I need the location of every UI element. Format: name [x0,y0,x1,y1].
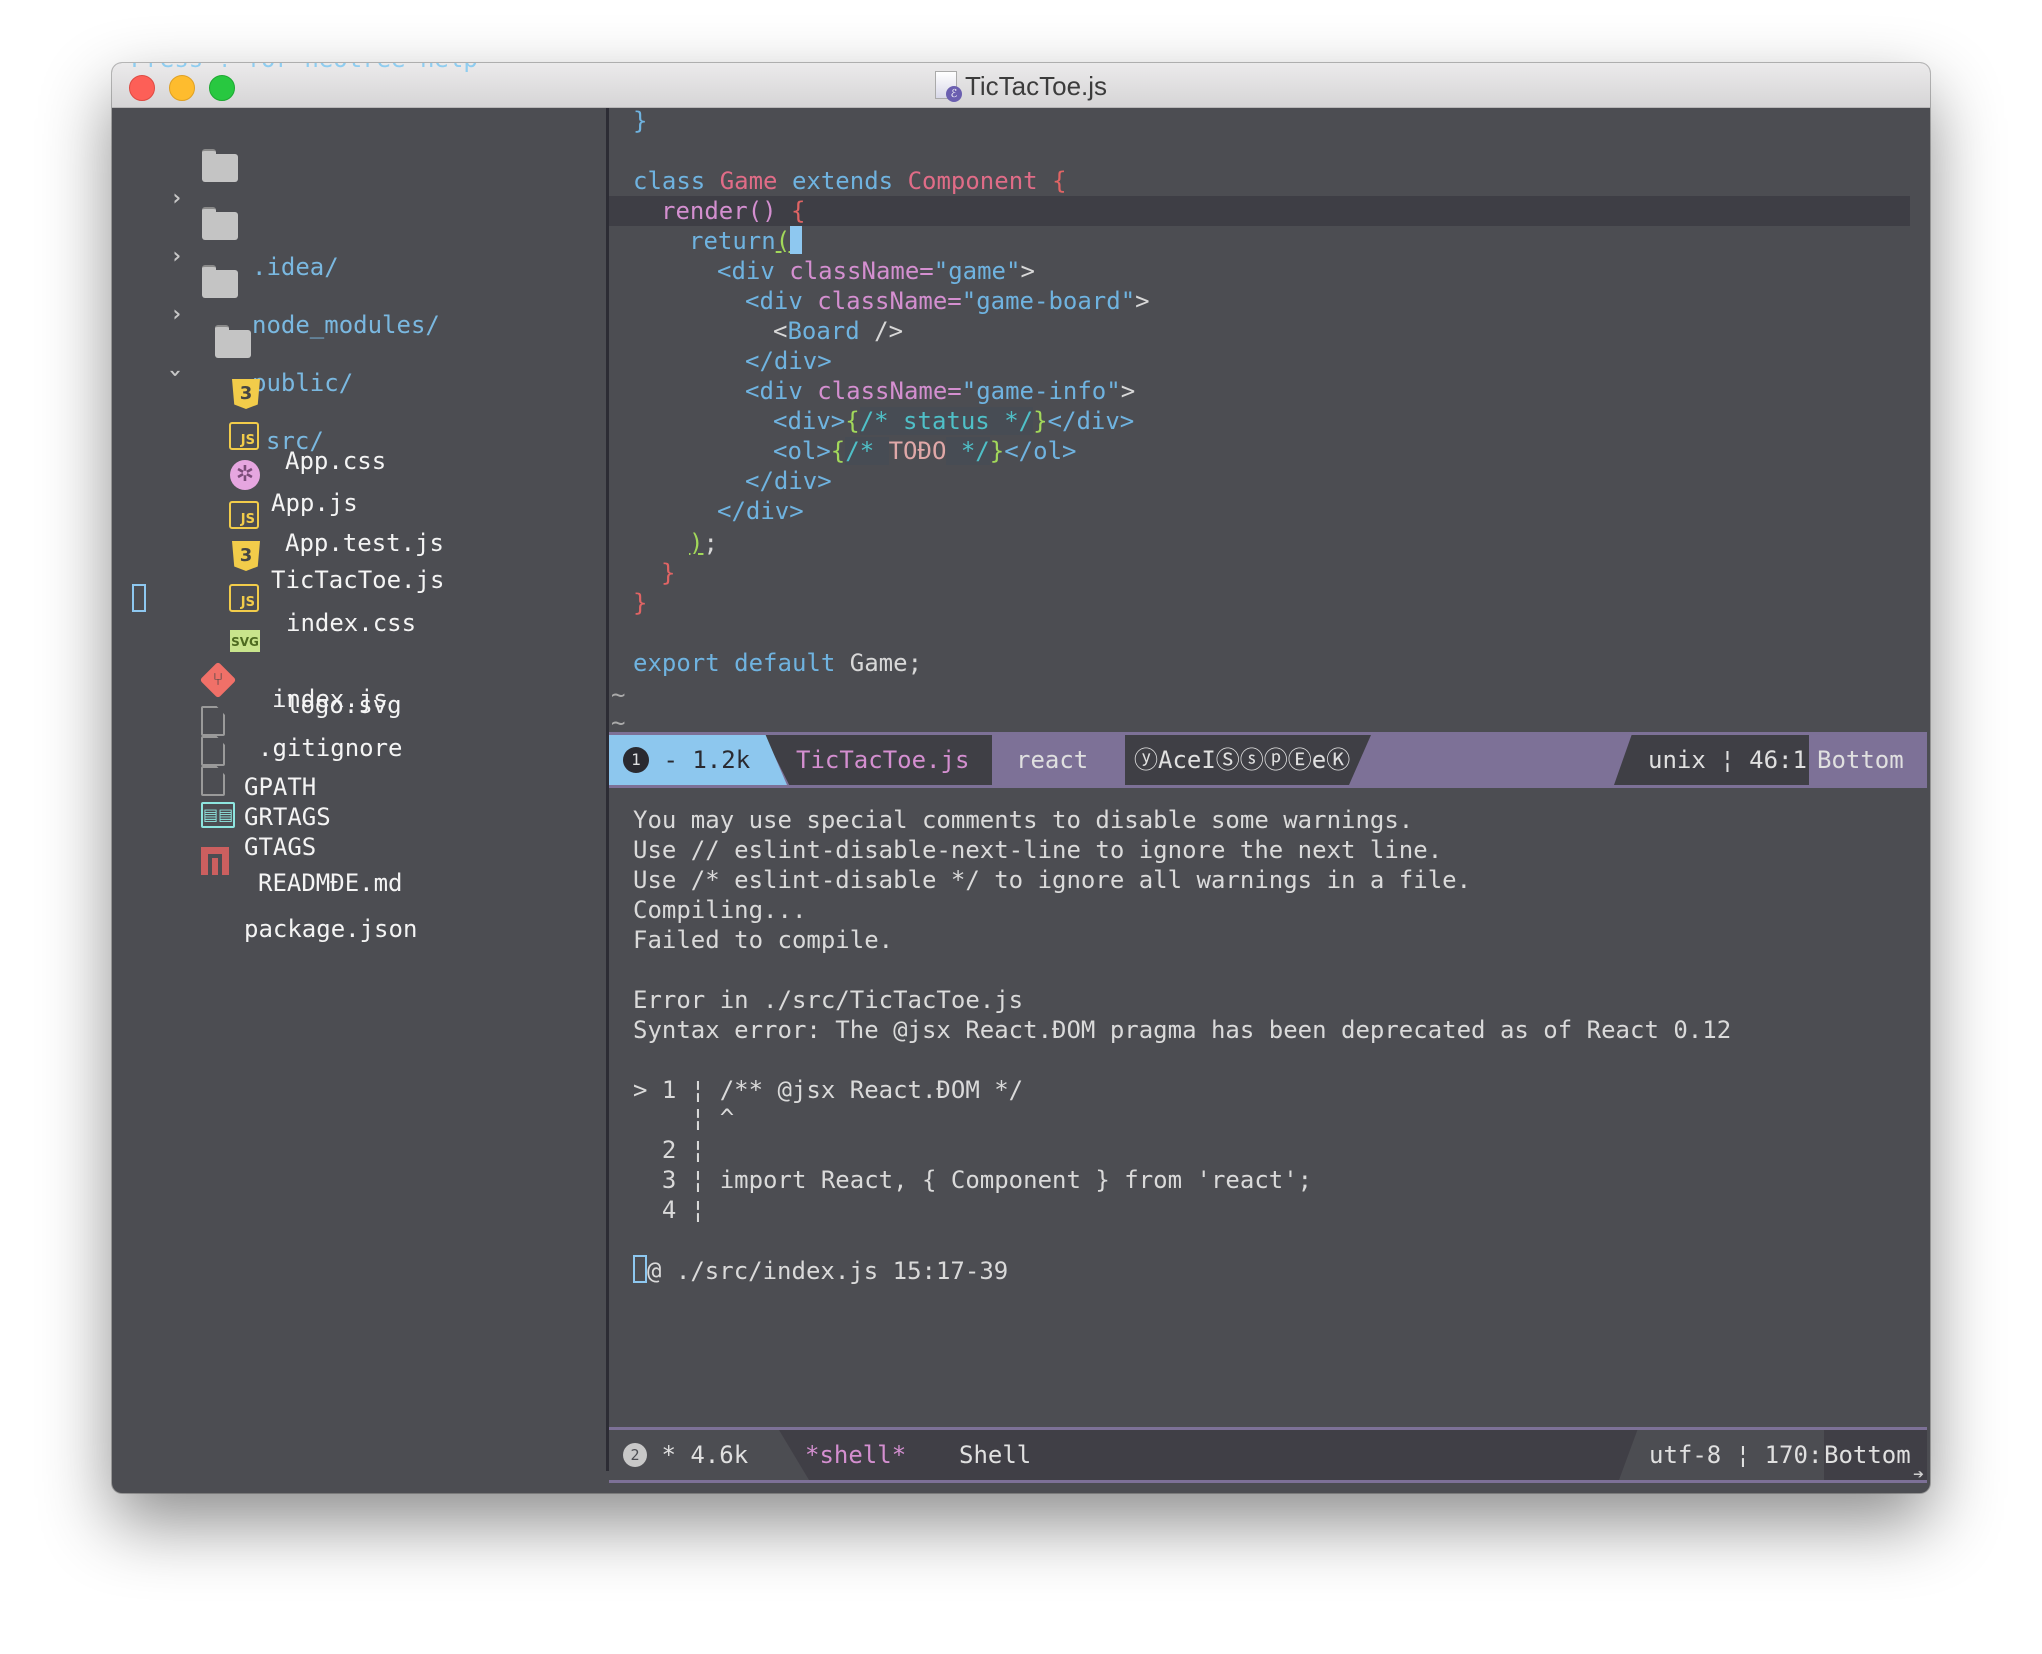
tree-item-app-css[interactable]: 3 App.css [112,376,606,475]
npm-icon [201,847,229,875]
window-title: TicTacToe.js [112,71,1930,102]
code-line: </div> [745,347,832,375]
modeline-buffer-name[interactable]: TicTacToe.js [764,735,1016,785]
tree-item-index-js[interactable]: JS index.js [112,580,606,713]
code-line: <div className="game-info"> [745,377,1136,405]
shell-buffer[interactable]: You may use special comments to disable … [609,785,1930,1425]
neotree-help: Press ? for neotree help [131,63,478,74]
empty-line-marker: ~ [611,681,626,709]
tree-item-package-json[interactable]: package.json [112,844,606,943]
shell-output-line: You may use special comments to disable … [633,806,1414,834]
document-icon [934,71,962,102]
text-cursor [790,226,803,254]
editor-modeline: TicTacToe.js 1 - 1.2k ⓨAceIⓈⓢⓟⒺeⓀ react … [609,732,1927,788]
shell-output-line: > 1 ¦ /** @jsx React.ĐOM */ [633,1076,1024,1104]
test-icon: ✲ [230,460,260,490]
code-editor[interactable]: } class Game extends Component { render(… [609,107,1930,737]
shell-output-line: Compiling... [633,896,807,924]
code-line: </div> [717,497,804,525]
neotree-cursor [132,584,146,612]
code-line: } [633,589,648,617]
code-line: <ol>{/* TOĐO */}</ol> [773,437,1077,465]
file-icon [201,766,225,796]
window-title-text: TicTacToe.js [964,71,1108,101]
code-line: ); [689,529,718,557]
tree-item-readme[interactable]: ▤▤ READMĐE.md [112,798,606,897]
modeline-position: Bottom [1809,735,1927,785]
git-glyph: ⑂ [212,669,224,690]
tree-item-label: package.json [244,915,418,943]
code-line-current: return( [689,226,803,256]
book-icon: ▤▤ [201,802,235,828]
shell-output-line: Syntax error: The @jsx React.ĐOM pragma … [633,1016,1732,1044]
shell-output-line: 3 ¦ import React, { Component } from 're… [633,1166,1313,1194]
shell-output-line: Use /* eslint-disable */ to ignore all w… [633,866,1472,894]
folder-icon [202,207,238,240]
folder-icon [215,325,251,358]
modeline-major-mode[interactable]: Shell [909,1430,1389,1480]
shell-modeline: Shell *shell* 2 * 4.6k utf-8 ¦ 170: 0 Bo… [609,1427,1927,1483]
css-icon: 3 [232,379,260,409]
code-line: } [661,559,676,587]
modeline-position: Bottom [1824,1430,1927,1480]
folder-icon [202,265,238,298]
shell-output-line: 2 ¦ [633,1136,706,1164]
code-line: export default Game; [633,649,923,677]
tree-item-grtags[interactable]: GRTAGS [112,732,606,831]
modeline-major-mode[interactable]: react [992,735,1125,785]
js-icon: JS [229,501,259,529]
modeline-encoding-position: utf-8 ¦ 170: 0 [1619,1430,1849,1480]
tree-item-tictactoe-js[interactable]: JS TicTacToe.js [112,495,606,594]
code-line: <div>{/* status */}</div> [773,407,1135,435]
code-line: } [633,107,648,135]
modeline-encoding-position: unix ¦ 46:11 [1614,735,1834,785]
code-line: <Board /> [773,317,904,345]
emacs-window: TicTacToe.js Press ? for neotree help › … [112,63,1930,1493]
js-icon: JS [229,584,259,612]
tree-item-gitignore[interactable]: ⑂ .gitignore [112,661,606,762]
tree-item-public[interactable]: › public/ [112,264,606,397]
svg-icon: SVG [230,630,260,652]
modeline-minor-modes[interactable]: ⓨAceIⓈⓢⓟⒺeⓀ [1096,735,1371,785]
code-line: <div className="game"> [717,257,1035,285]
shell-cursor [633,1255,647,1283]
code-line: </div> [745,467,832,495]
tree-item-app-js[interactable]: JS App.js [112,418,606,517]
shell-output-line: Use // eslint-disable-next-line to ignor… [633,836,1443,864]
code-line: render() { [661,197,806,225]
modeline-state: 2 * 4.6k [609,1430,809,1480]
tree-item-src[interactable]: › src/ [112,322,606,455]
shell-output-line: ¦ ^ [633,1104,735,1132]
tree-item-node-modules[interactable]: › node_modules/ [112,206,606,339]
window-number-badge: 2 [623,1443,647,1467]
css-icon: 3 [232,541,260,571]
shell-output-line: 4 ¦ [633,1196,706,1224]
git-icon: ⑂ [199,661,237,699]
modeline-state: 1 - 1.2k [609,735,787,785]
tree-item-index-css[interactable]: 3 index.css [112,538,606,637]
window-number-badge: 1 [623,747,649,773]
shell-output-line: Failed to compile. [633,926,894,954]
folder-icon [202,149,238,182]
js-icon: JS [229,422,259,450]
shell-output-line: Error in ./src/TicTacToe.js [633,986,1024,1014]
tree-item-logo-svg[interactable]: SVG logo.svg [112,620,606,719]
tree-item-app-test-js[interactable]: ✲ App.test.js [112,458,606,557]
shell-prompt-line[interactable]: @ ./src/index.js 15:17-39 [633,1255,1008,1285]
tree-item-gpath[interactable]: GPATH [112,702,606,801]
tree-item-idea[interactable]: › .idea/ [112,148,606,281]
neotree-sidebar: Press ? for neotree help › .idea/ › node… [112,63,606,1493]
tree-item-gtags[interactable]: GTAGS [112,762,606,861]
arrow-right-icon: ➔ [1913,1464,1924,1485]
code-line: class Game extends Component { [633,167,1067,195]
code-line: <div className="game-board"> [745,287,1150,315]
